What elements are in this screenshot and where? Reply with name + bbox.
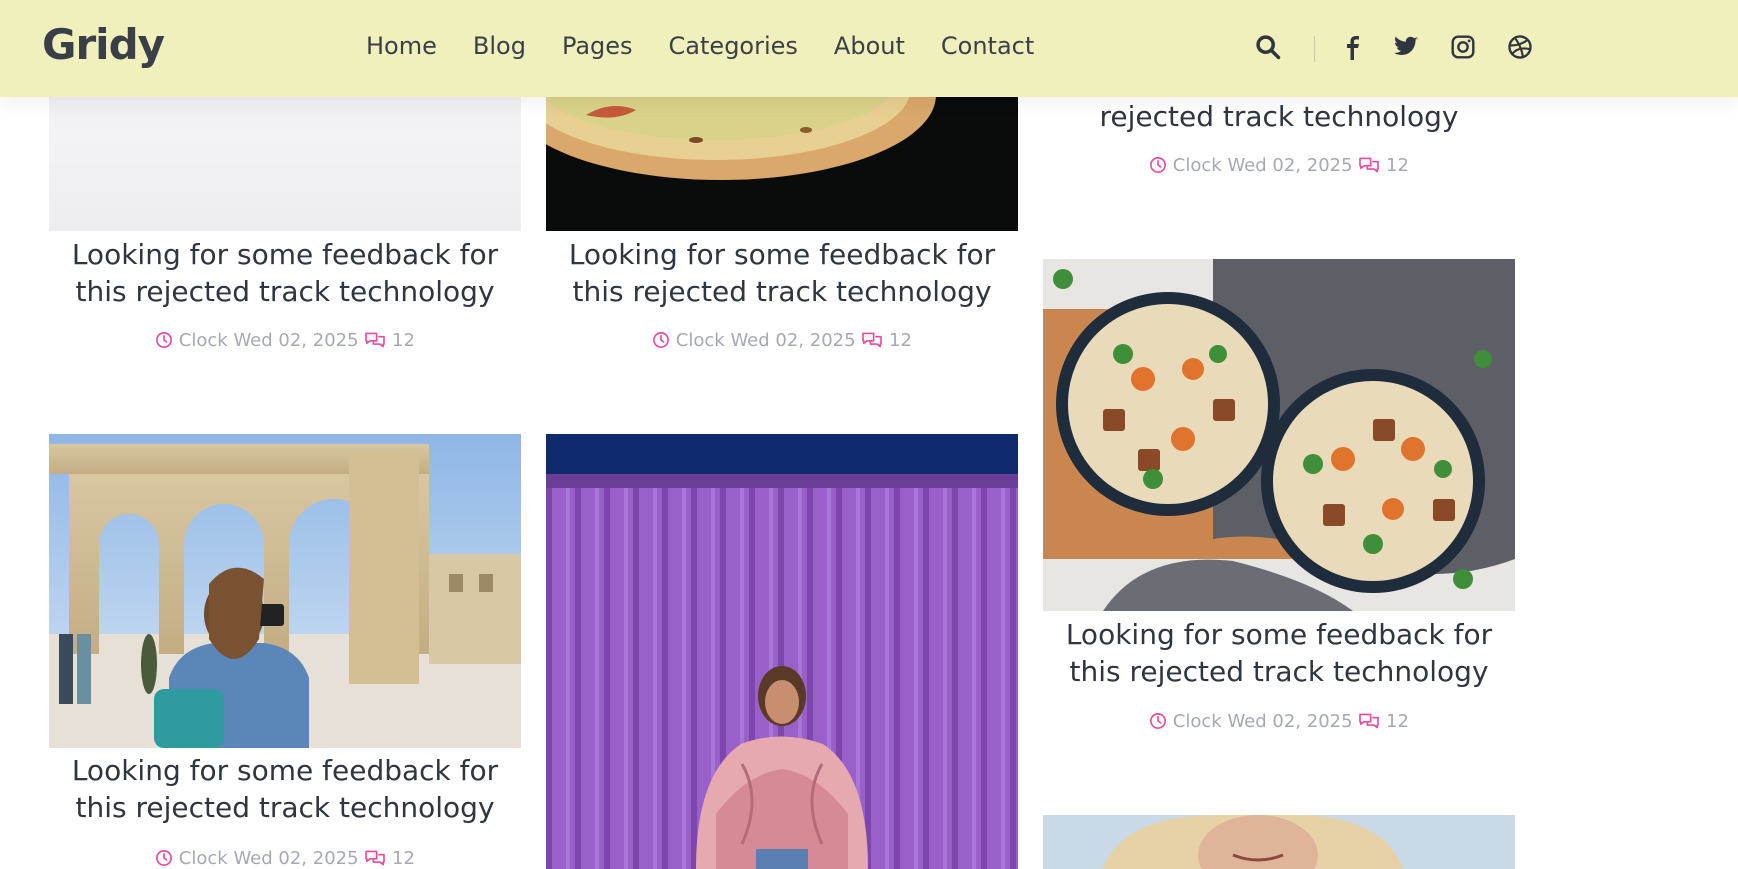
post-image-arches-photographer[interactable] bbox=[49, 434, 521, 748]
nav-categories[interactable]: Categories bbox=[669, 32, 798, 60]
post-comment-count: 12 bbox=[392, 848, 415, 869]
clock-icon bbox=[1150, 157, 1167, 173]
post-title[interactable]: rejected track technology bbox=[1043, 98, 1515, 135]
header-divider bbox=[1314, 36, 1315, 62]
post-clock-label: Clock bbox=[675, 330, 725, 351]
instagram-icon[interactable] bbox=[1450, 34, 1476, 60]
main-nav: Home Blog Pages Categories About Contact bbox=[366, 32, 1034, 60]
post-comment-count: 12 bbox=[1386, 155, 1409, 176]
comments-icon bbox=[862, 332, 883, 348]
post-comment-count: 12 bbox=[889, 330, 912, 351]
comments-icon bbox=[1359, 157, 1380, 173]
post-title[interactable]: Looking for some feedback for this rejec… bbox=[546, 236, 1018, 310]
post-date: Wed 02, 2025 bbox=[233, 330, 359, 351]
post-image-purple-wall-woman[interactable] bbox=[546, 434, 1018, 869]
facebook-icon[interactable] bbox=[1340, 33, 1364, 61]
post-meta: Clock Wed 02, 2025 12 bbox=[49, 330, 521, 351]
post-date: Wed 02, 2025 bbox=[1227, 155, 1353, 176]
post-clock-label: Clock bbox=[178, 848, 228, 869]
nav-about[interactable]: About bbox=[834, 32, 905, 60]
post-image-noodle-bowls[interactable] bbox=[1043, 259, 1515, 611]
photo-purple-wall bbox=[546, 434, 1018, 869]
nav-blog[interactable]: Blog bbox=[473, 32, 526, 60]
post-title[interactable]: Looking for some feedback for this rejec… bbox=[1043, 616, 1515, 690]
post-meta: Clock Wed 02, 2025 12 bbox=[49, 848, 521, 869]
post-comment-count: 12 bbox=[392, 330, 415, 351]
post-meta: Clock Wed 02, 2025 12 bbox=[1043, 155, 1515, 176]
photo-arches bbox=[49, 434, 521, 748]
search-icon[interactable] bbox=[1254, 33, 1282, 61]
nav-home[interactable]: Home bbox=[366, 32, 437, 60]
post-clock-label: Clock bbox=[178, 330, 228, 351]
post-clock-label: Clock bbox=[1172, 711, 1222, 732]
post-meta: Clock Wed 02, 2025 12 bbox=[546, 330, 1018, 351]
post-comment-count: 12 bbox=[1386, 711, 1409, 732]
nav-contact[interactable]: Contact bbox=[941, 32, 1034, 60]
post-image-blonde-portrait[interactable] bbox=[1043, 815, 1515, 869]
clock-icon bbox=[653, 332, 670, 348]
twitter-icon[interactable] bbox=[1392, 34, 1420, 60]
post-title[interactable]: Looking for some feedback for this rejec… bbox=[49, 752, 521, 826]
nav-pages[interactable]: Pages bbox=[562, 32, 633, 60]
post-meta: Clock Wed 02, 2025 12 bbox=[1043, 711, 1515, 732]
photo-blonde-portrait bbox=[1043, 815, 1515, 869]
site-header: Gridy Home Blog Pages Categories About C… bbox=[0, 0, 1738, 97]
post-clock-label: Clock bbox=[1172, 155, 1222, 176]
post-date: Wed 02, 2025 bbox=[730, 330, 856, 351]
site-logo[interactable]: Gridy bbox=[42, 20, 165, 69]
dribbble-icon[interactable] bbox=[1507, 34, 1533, 60]
photo-noodle-bowls bbox=[1043, 259, 1515, 611]
clock-icon bbox=[1150, 713, 1167, 729]
clock-icon bbox=[156, 332, 173, 348]
post-title[interactable]: Looking for some feedback for this rejec… bbox=[49, 236, 521, 310]
post-date: Wed 02, 2025 bbox=[233, 848, 359, 869]
clock-icon bbox=[156, 850, 173, 866]
comments-icon bbox=[1359, 713, 1380, 729]
post-date: Wed 02, 2025 bbox=[1227, 711, 1353, 732]
comments-icon bbox=[365, 332, 386, 348]
comments-icon bbox=[365, 850, 386, 866]
